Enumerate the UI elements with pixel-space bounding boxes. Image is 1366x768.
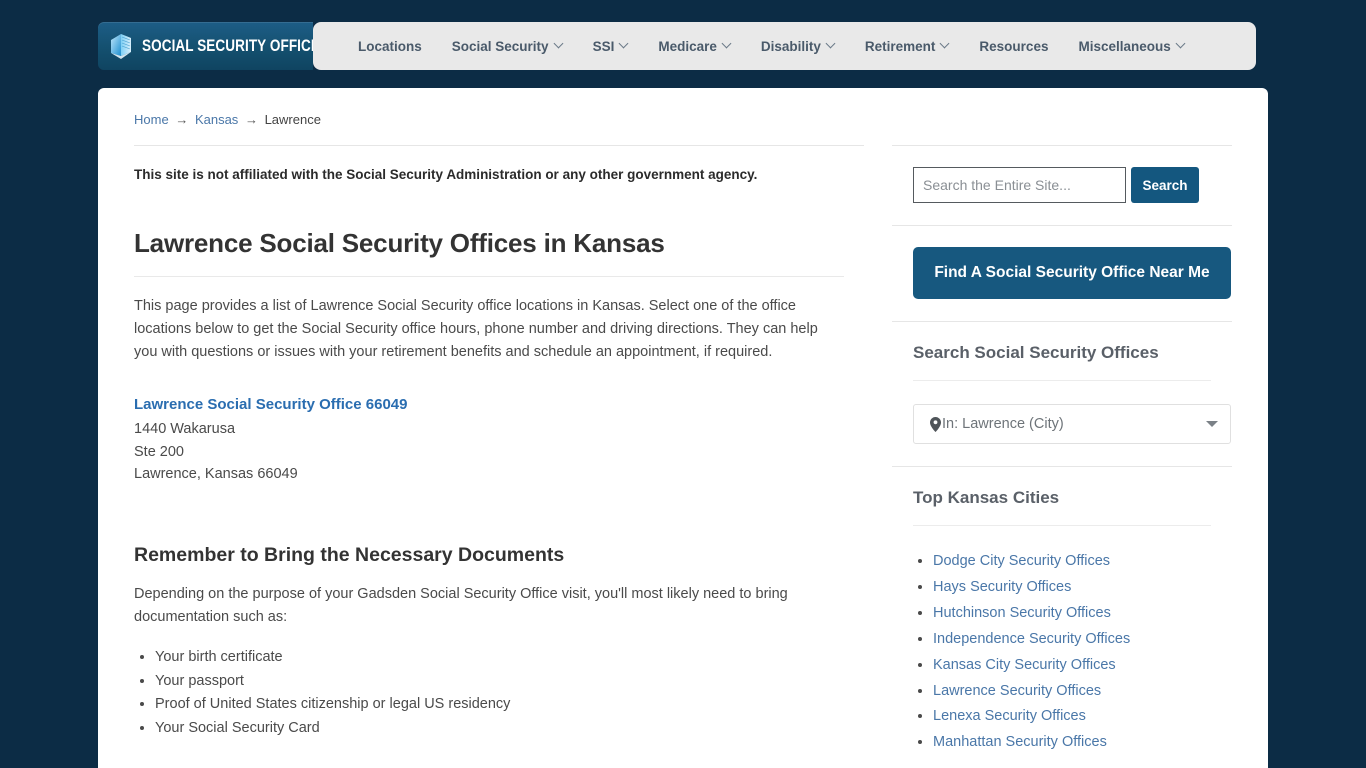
list-item: Independence Security Offices <box>933 626 1232 652</box>
chevron-down-icon <box>555 40 563 48</box>
nav-item-retirement[interactable]: Retirement <box>865 39 950 54</box>
find-office-near-me-button[interactable]: Find A Social Security Office Near Me <box>913 247 1231 299</box>
city-link[interactable]: Hays Security Offices <box>933 579 1071 595</box>
nav-label: Medicare <box>658 38 717 54</box>
top-cities-list: Dodge City Security Offices Hays Securit… <box>913 548 1232 755</box>
nav-item-locations[interactable]: Locations <box>358 39 422 54</box>
chevron-down-icon <box>723 40 731 48</box>
breadcrumb: Home → Kansas → Lawrence <box>134 112 321 127</box>
office-address-line-1: 1440 Wakarusa <box>134 420 236 437</box>
documents-section-body: Depending on the purpose of your Gadsden… <box>134 586 788 626</box>
list-item: Hays Security Offices <box>933 574 1232 600</box>
office-search-heading: Search Social Security Offices <box>913 343 1211 381</box>
city-link[interactable]: Dodge City Security Offices <box>933 553 1110 569</box>
office-address-line-3: Lawrence, Kansas 66049 <box>134 466 298 483</box>
breadcrumb-separator: → <box>244 112 258 127</box>
nav-label: Resources <box>979 38 1049 54</box>
office-address-line-2: Ste 200 <box>134 443 184 460</box>
building-icon <box>108 31 134 61</box>
list-item: Lawrence Security Offices <box>933 678 1232 704</box>
site-logo[interactable]: SOCIAL SECURITY OFFICES <box>98 22 329 70</box>
breadcrumb-home[interactable]: Home <box>134 112 169 127</box>
list-item: Kansas City Security Offices <box>933 652 1232 678</box>
map-pin-icon <box>930 416 941 432</box>
site-search-form: Search <box>913 167 1232 203</box>
search-input[interactable] <box>913 167 1126 203</box>
documents-list: Your birth certificate Your passport Pro… <box>134 646 864 740</box>
nav-item-miscellaneous[interactable]: Miscellaneous <box>1078 39 1184 54</box>
list-item: Manhattan Security Offices <box>933 729 1232 755</box>
city-link[interactable]: Kansas City Security Offices <box>933 657 1116 673</box>
nav-label: Disability <box>760 38 821 54</box>
nav-item-medicare[interactable]: Medicare <box>658 39 731 54</box>
breadcrumb-state[interactable]: Kansas <box>195 112 238 127</box>
intro-paragraph: This page provides a list of Lawrence So… <box>134 297 818 360</box>
list-item: Hutchinson Security Offices <box>933 600 1232 626</box>
sidebar-search-section: Search <box>892 145 1232 225</box>
title-divider <box>134 275 844 277</box>
nav-item-resources[interactable]: Resources <box>979 39 1048 54</box>
documents-section-title: Remember to Bring the Necessary Document… <box>134 544 565 567</box>
content-container: Home → Kansas → Lawrence This site is no… <box>98 88 1268 768</box>
office-name-link[interactable]: Lawrence Social Security Office 66049 <box>134 396 864 413</box>
sidebar-cta-section: Find A Social Security Office Near Me <box>892 225 1232 321</box>
city-link[interactable]: Hutchinson Security Offices <box>933 605 1111 621</box>
nav-label: Retirement <box>864 38 936 54</box>
page: SOCIAL SECURITY OFFICES Locations Social… <box>0 0 1366 768</box>
city-link[interactable]: Independence Security Offices <box>933 631 1130 647</box>
sidebar: Search Find A Social Security Office Nea… <box>892 145 1232 768</box>
nav-label: Miscellaneous <box>1078 38 1171 54</box>
list-item: Lenexa Security Offices <box>933 703 1232 729</box>
nav-item-social-security[interactable]: Social Security <box>452 39 563 54</box>
city-link[interactable]: Lenexa Security Offices <box>933 708 1086 724</box>
search-button[interactable]: Search <box>1131 167 1199 203</box>
nav-label: Locations <box>358 38 422 54</box>
page-title: Lawrence Social Security Offices in Kans… <box>134 227 665 258</box>
breadcrumb-separator: → <box>175 112 189 127</box>
main-navigation: Locations Social Security SSI Medicare D… <box>313 22 1256 70</box>
chevron-down-icon <box>1206 421 1218 427</box>
main-content: This site is not affiliated with the Soc… <box>134 145 864 740</box>
top-cities-heading: Top Kansas Cities <box>913 488 1211 526</box>
list-item: Your Social Security Card <box>155 717 864 740</box>
nav-label: SSI <box>592 38 615 54</box>
chevron-down-icon <box>941 40 949 48</box>
site-header: SOCIAL SECURITY OFFICES Locations Social… <box>98 22 1256 70</box>
sidebar-top-cities-section: Top Kansas Cities Dodge City Security Of… <box>892 466 1232 768</box>
chevron-down-icon <box>1177 40 1185 48</box>
nav-item-disability[interactable]: Disability <box>761 39 835 54</box>
list-item: Proof of United States citizenship or le… <box>155 693 864 716</box>
list-item: Your birth certificate <box>155 646 864 669</box>
chevron-down-icon <box>827 40 835 48</box>
sidebar-office-search-section: Search Social Security Offices In: Lawre… <box>892 321 1232 466</box>
city-link[interactable]: Manhattan Security Offices <box>933 734 1107 750</box>
affiliation-disclaimer: This site is not affiliated with the Soc… <box>134 167 758 182</box>
chevron-down-icon <box>620 40 628 48</box>
city-link[interactable]: Lawrence Security Offices <box>933 683 1101 699</box>
breadcrumb-current: Lawrence <box>264 112 321 127</box>
city-select[interactable]: In: Lawrence (City) <box>913 404 1231 444</box>
list-item: Dodge City Security Offices <box>933 548 1232 574</box>
office-listing: Lawrence Social Security Office 66049 14… <box>134 396 864 487</box>
site-logo-text: SOCIAL SECURITY OFFICES <box>142 36 330 55</box>
city-select-value: In: Lawrence (City) <box>942 416 1064 432</box>
list-item: Your passport <box>155 670 864 693</box>
nav-item-ssi[interactable]: SSI <box>593 39 629 54</box>
nav-label: Social Security <box>451 38 549 54</box>
